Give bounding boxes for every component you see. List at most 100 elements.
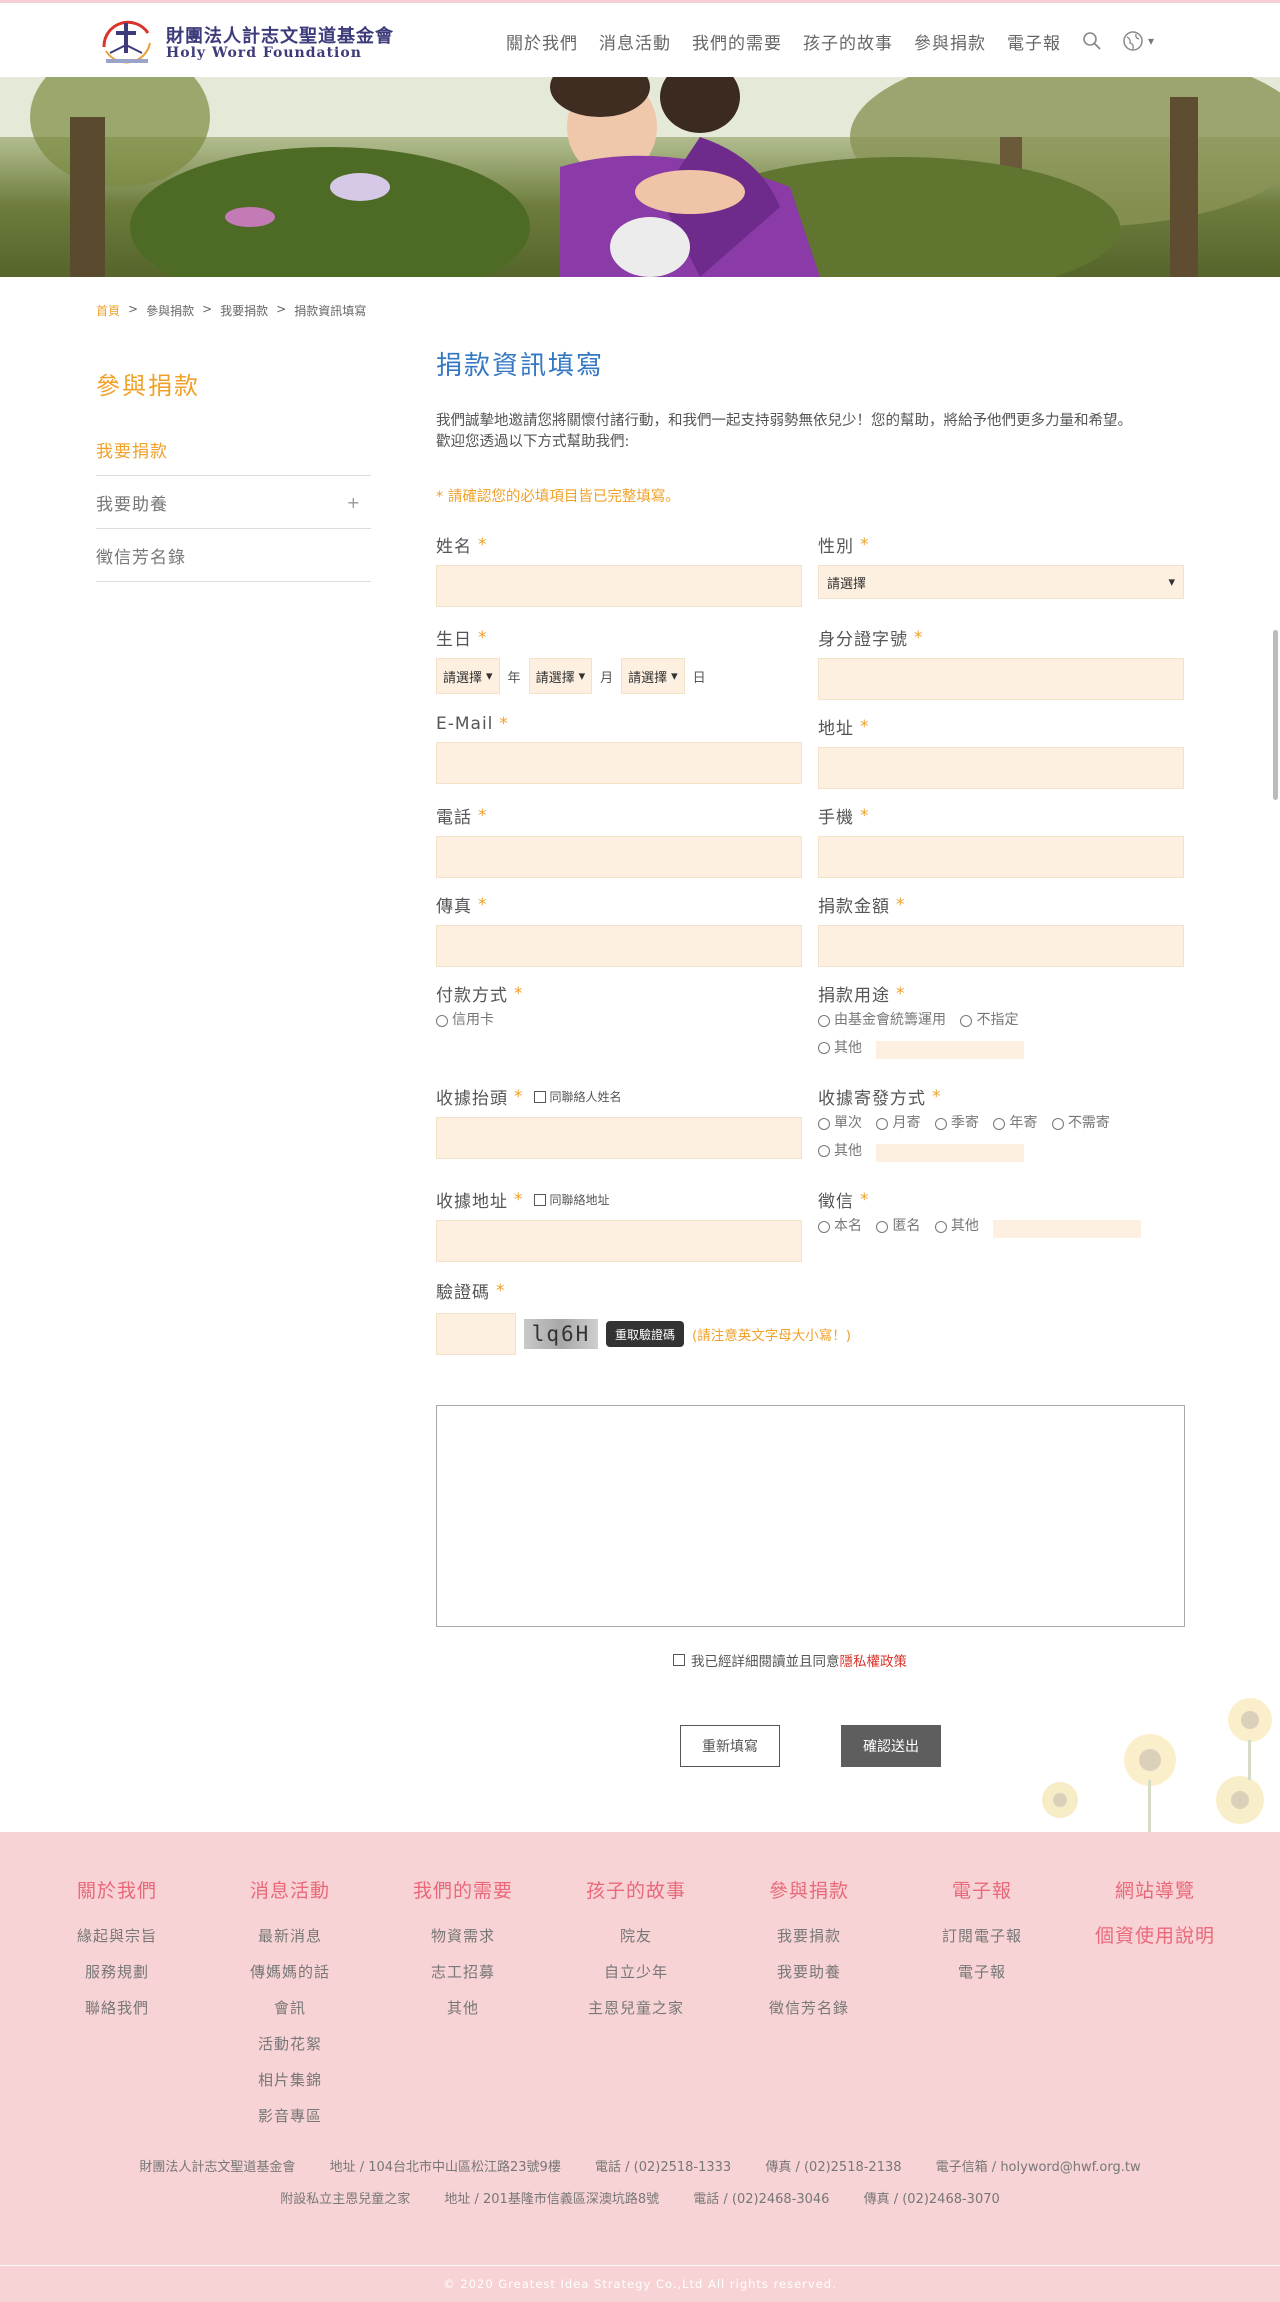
sidebar-item-label: 我要捐款 [96, 441, 168, 462]
receipt-title-input[interactable] [436, 1117, 802, 1159]
nav-newsletter[interactable]: 電子報 [1007, 29, 1061, 54]
footer-link[interactable]: 相片集錦 [220, 2062, 360, 2098]
privacy-agree-checkbox[interactable]: 我已經詳細閱讀並且同意 隱私權政策 [673, 1650, 907, 1670]
copyright-text: © 2020 Greatest Idea Strategy Co.,Ltd Al… [443, 2277, 837, 2291]
same-as-contact-name-checkbox[interactable]: 同聯絡人姓名 [533, 1088, 622, 1105]
language-selector[interactable]: ▾ [1122, 30, 1154, 52]
same-as-contact-address-checkbox[interactable]: 同聯絡地址 [533, 1191, 610, 1208]
search-icon[interactable] [1082, 30, 1104, 52]
required-asterisk: * [860, 534, 870, 555]
footer-column-title[interactable]: 消息活動 [220, 1876, 360, 1903]
birth-day-select[interactable]: 請選擇 ▾ [621, 658, 685, 694]
footer-link[interactable]: 會訊 [220, 1990, 360, 2026]
footer-link[interactable]: 自立少年 [566, 1954, 706, 1990]
email-input[interactable] [436, 742, 802, 784]
site-logo[interactable]: 財團法人計志文聖道基金會 Holy Word Foundation [96, 13, 396, 68]
footer-column-title[interactable]: 孩子的故事 [566, 1876, 706, 1903]
usage-foundation-radio[interactable]: 由基金會統籌運用 [818, 1008, 946, 1033]
submit-button[interactable]: 確認送出 [841, 1725, 941, 1767]
field-label: 收據抬頭 [436, 1089, 508, 1109]
footer-column-title[interactable]: 關於我們 [47, 1876, 187, 1903]
page-scrollbar[interactable] [1273, 630, 1278, 800]
footer-link[interactable]: 影音專區 [220, 2098, 360, 2134]
send-none-radio[interactable]: 不需寄 [1051, 1111, 1110, 1136]
checkbox-label: 同聯絡人姓名 [549, 1090, 622, 1104]
nav-needs[interactable]: 我們的需要 [692, 29, 782, 54]
terms-textarea[interactable] [436, 1405, 1185, 1627]
captcha-input[interactable] [436, 1313, 516, 1355]
refresh-captcha-button[interactable]: 重取驗證碼 [606, 1321, 685, 1347]
send-other-radio[interactable]: 其他 [818, 1139, 862, 1164]
footer-link[interactable]: 志工招募 [393, 1954, 533, 1990]
footer-link[interactable]: 徵信芳名錄 [739, 1990, 879, 2026]
breadcrumb-donate[interactable]: 參與捐款 [146, 302, 194, 319]
footer-link[interactable]: 緣起與宗旨 [47, 1918, 187, 1954]
email-field-group: E-Mail * [436, 714, 802, 784]
required-asterisk: * [496, 1280, 506, 1301]
send-once-radio[interactable]: 單次 [818, 1111, 862, 1136]
radio-label: 單次 [834, 1115, 862, 1131]
credit-anonymous-radio[interactable]: 匿名 [876, 1214, 920, 1239]
breadcrumb-home[interactable]: 首頁 [96, 302, 120, 319]
mobile-input[interactable] [818, 836, 1184, 878]
chevron-down-icon: ▾ [1148, 34, 1155, 48]
footer-column-title[interactable]: 網站導覽 [1085, 1876, 1225, 1903]
nav-news[interactable]: 消息活動 [599, 29, 671, 54]
footer-link[interactable]: 其他 [393, 1990, 533, 2026]
footer-link[interactable]: 最新消息 [220, 1918, 360, 1954]
credit-other-radio[interactable]: 其他 [934, 1214, 979, 1239]
gender-select[interactable]: 請選擇 ▾ [818, 565, 1184, 599]
payment-credit-card-radio[interactable]: 信用卡 [436, 1008, 494, 1033]
footer-link[interactable]: 訂閱電子報 [912, 1918, 1052, 1954]
sidebar-item-sponsor[interactable]: 我要助養 + [96, 476, 371, 529]
footer-link[interactable]: 聯絡我們 [47, 1990, 187, 2026]
address-input[interactable] [818, 747, 1184, 789]
credit-real-name-radio[interactable]: 本名 [818, 1214, 862, 1239]
footer-link[interactable]: 主恩兒童之家 [566, 1990, 706, 2026]
logo-english-name: Holy Word Foundation [166, 45, 362, 61]
send-quarterly-radio[interactable]: 季寄 [934, 1111, 979, 1136]
footer-phone: 電話 / (02)2468-3046 [693, 2192, 830, 2207]
nav-about[interactable]: 關於我們 [506, 29, 578, 54]
usage-other-radio[interactable]: 其他 [818, 1036, 862, 1061]
footer-link[interactable]: 我要捐款 [739, 1918, 879, 1954]
amount-input[interactable] [818, 925, 1184, 967]
footer-link[interactable]: 個資使用說明 [1085, 1918, 1225, 1954]
radio-label: 其他 [834, 1039, 862, 1056]
send-yearly-radio[interactable]: 年寄 [993, 1111, 1037, 1136]
footer-link[interactable]: 傳媽媽的話 [220, 1954, 360, 1990]
credit-other-input[interactable] [993, 1219, 1142, 1238]
nav-stories[interactable]: 孩子的故事 [803, 29, 893, 54]
radio-label: 不需寄 [1067, 1115, 1110, 1131]
sidebar-item-donor-list[interactable]: 徵信芳名錄 [96, 529, 371, 582]
usage-unspecified-radio[interactable]: 不指定 [960, 1008, 1018, 1033]
footer-link[interactable]: 我要助養 [739, 1954, 879, 1990]
phone-input[interactable] [436, 836, 802, 878]
footer-column-title[interactable]: 參與捐款 [739, 1876, 879, 1903]
birth-month-select[interactable]: 請選擇 ▾ [528, 658, 593, 694]
footer-link[interactable]: 物資需求 [393, 1918, 533, 1954]
privacy-policy-link[interactable]: 隱私權政策 [840, 1650, 908, 1670]
breadcrumb-give[interactable]: 我要捐款 [220, 302, 268, 319]
footer-link[interactable]: 活動花絮 [220, 2026, 360, 2062]
reset-button[interactable]: 重新填寫 [680, 1725, 780, 1767]
name-input[interactable] [436, 565, 802, 607]
receipt-address-input[interactable] [436, 1220, 802, 1262]
birth-year-select[interactable]: 請選擇 ▾ [436, 658, 500, 694]
footer-email[interactable]: 電子信箱 / holyword@hwf.org.tw [936, 2160, 1141, 2175]
footer-column-title[interactable]: 電子報 [912, 1876, 1052, 1903]
id-number-input[interactable] [818, 658, 1184, 700]
footer-column-title[interactable]: 我們的需要 [393, 1876, 533, 1903]
required-asterisk: * [514, 1086, 524, 1107]
usage-other-input[interactable] [876, 1041, 1025, 1059]
send-other-input[interactable] [876, 1144, 1025, 1162]
nav-donate[interactable]: 參與捐款 [914, 29, 986, 54]
footer-link[interactable]: 電子報 [912, 1954, 1052, 1990]
required-asterisk: * [478, 627, 488, 648]
fax-input[interactable] [436, 925, 802, 967]
expand-plus-icon[interactable]: + [347, 493, 361, 512]
sidebar-item-give[interactable]: 我要捐款 [96, 423, 371, 476]
send-monthly-radio[interactable]: 月寄 [876, 1111, 920, 1136]
footer-link[interactable]: 服務規劃 [47, 1954, 187, 1990]
footer-link[interactable]: 院友 [566, 1918, 706, 1954]
